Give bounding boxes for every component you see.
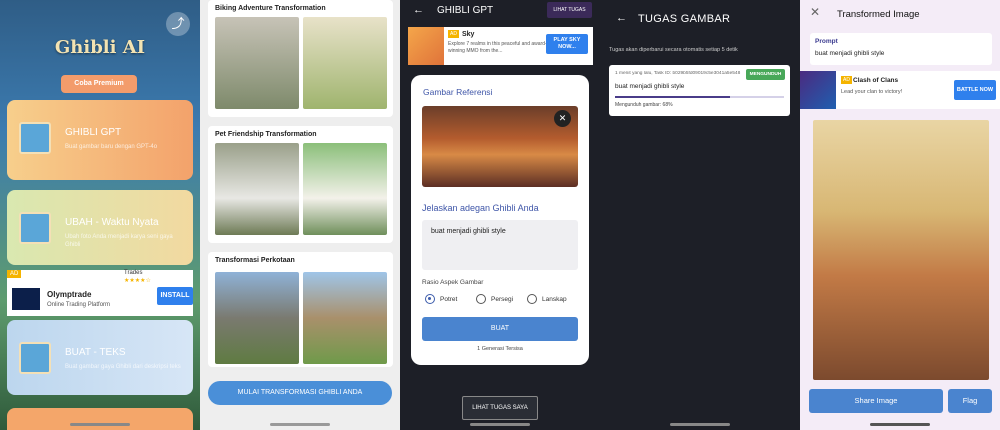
ad-play-button[interactable]: PLAY SKY NOW... [546,34,588,54]
nav-handle [670,423,730,426]
card-title: UBAH - Waktu Nyata [65,217,159,228]
back-arrow-icon[interactable]: ← [413,4,424,16]
card-desc: Ubah foto Anda menjadi karya seni gaya G… [65,234,173,248]
card-partial[interactable] [7,408,193,430]
prompt-text: buat menjadi ghibli style [815,50,885,57]
page-title: TUGAS GAMBAR [638,13,731,25]
prompt-label: Prompt [815,38,838,45]
card-title: BUAT - TEKS [65,347,126,358]
ad-battle-button[interactable]: BATTLE NOW [954,80,996,100]
tasks-screen: ← TUGAS GAMBAR Tugas akan diperbarui sec… [600,0,800,430]
create-button[interactable]: BUAT [422,317,578,341]
example-card-urban[interactable]: Transformasi Perkotaan [208,252,393,367]
scene-textarea[interactable]: buat menjadi ghibli style [422,220,578,270]
reference-label: Gambar Referensi [423,87,493,97]
original-photo [215,17,299,109]
view-tasks-top-button[interactable]: LIHAT TUGAS [547,2,592,18]
radio-portrait[interactable]: Potret [425,294,457,304]
ghibli-gpt-screen: ← GHIBLI GPT LIHAT TUGAS AD Sky Explore … [400,0,600,430]
prompt-box: Prompt buat menjadi ghibli style [810,33,992,65]
examples-screen: Biking Adventure Transformation Pet Frie… [200,0,400,430]
ad-image [800,71,836,109]
share-icon[interactable]: ⤴ [166,12,190,36]
ad-name: Olymptrade [47,290,92,299]
ad-label: AD [841,76,852,84]
start-transform-button[interactable]: MULAI TRANSFORMASI GHIBLI ANDA [208,381,392,405]
image-icon [19,342,51,374]
ad-label: AD [448,30,459,38]
progress-fill [615,96,730,98]
ad-install-button[interactable]: INSTALL [157,287,193,305]
ad-name: Clash of Clans [853,77,899,84]
status-badge: MENGUNDUH [746,69,785,80]
page-title: GHIBLI GPT [437,5,494,16]
task-card[interactable]: 1 menit yang lalu, Task ID: b029b5fd0901… [609,65,790,116]
example-title: Pet Friendship Transformation [215,131,317,138]
transformed-image [813,120,989,380]
app-brand: Ghibli AI [54,37,146,58]
progress-text: Mengunduh gambar: 68% [615,102,673,108]
nav-handle [870,423,930,426]
example-title: Transformasi Perkotaan [215,257,295,264]
card-ghibli-gpt[interactable]: GHIBLI GPT Buat gambar baru dengan GPT-4… [7,100,193,180]
radio-selected-icon [425,294,435,304]
image-icon [19,212,51,244]
home-screen: ⤴ Ghibli AI Coba Premium GHIBLI GPT Buat… [0,0,200,430]
example-title: Biking Adventure Transformation [215,5,326,12]
auto-refresh-note: Tugas akan diperbarui secara otomatis se… [609,47,738,53]
image-icon [19,122,51,154]
share-image-button[interactable]: Share Image [809,389,943,413]
ad-subtitle: Lead your clan to victory! [841,89,903,95]
card-ubah[interactable]: UBAH - Waktu Nyata Ubah foto Anda menjad… [7,190,193,265]
card-buat-teks[interactable]: BUAT - TEKS Buat gambar gaya Ghibli dari… [7,320,193,395]
ad-image [408,27,444,65]
card-desc: Buat gambar baru dengan GPT-4o [65,144,158,150]
task-meta: 1 menit yang lalu, Task ID: b029b5fd0901… [615,71,741,76]
progress-bar [615,96,784,98]
card-desc: Buat gambar gaya Ghibli dari deskripsi t… [65,364,181,370]
ad-label: AD [7,270,22,278]
ad-desc: Explore 7 realms in this peaceful and aw… [448,41,547,54]
view-my-tasks-button[interactable]: LIHAT TUGAS SAYA [462,396,538,420]
example-card-pet[interactable]: Pet Friendship Transformation [208,126,393,243]
aspect-label: Rasio Aspek Gambar [422,279,484,286]
close-icon[interactable]: ✕ [554,110,571,127]
result-screen: ✕ Transformed Image Prompt buat menjadi … [800,0,1000,430]
ad-banner[interactable]: AD Clash of Clans Lead your clan to vict… [800,71,1000,109]
radio-square[interactable]: Persegi [476,294,513,304]
ad-banner[interactable]: AD Trades ★★★★☆ Olymptrade Online Tradin… [7,270,193,316]
ghibli-photo [303,272,387,364]
radio-icon [476,294,486,304]
nav-handle [270,423,330,426]
flag-button[interactable]: Flag [948,389,992,413]
page-title: Transformed Image [837,9,920,20]
ad-subtitle: Online Trading Platform [47,302,111,308]
original-photo [215,272,299,364]
ad-banner[interactable]: AD Sky Explore 7 realms in this peaceful… [408,27,593,65]
premium-button[interactable]: Coba Premium [61,75,137,93]
ghibli-photo [303,143,387,235]
describe-label: Jelaskan adegan Ghibli Anda [422,203,539,213]
example-card-biking[interactable]: Biking Adventure Transformation [208,0,393,117]
close-icon[interactable]: ✕ [810,5,820,19]
card-title: GHIBLI GPT [65,127,122,138]
ad-logo [12,288,40,310]
task-prompt: buat menjadi ghibli style [615,83,685,90]
nav-handle [470,423,530,426]
radio-landscape[interactable]: Lanskap [527,294,567,304]
generate-form: Gambar Referensi ✕ Jelaskan adegan Ghibl… [411,75,589,365]
radio-icon [527,294,537,304]
ad-rating: ★★★★☆ [124,278,151,284]
ad-partial-text: Trades [124,270,143,276]
ad-name: Sky [462,31,475,38]
generations-left: 1 Generasi Tersisa [477,346,523,352]
back-arrow-icon[interactable]: ← [616,12,627,24]
nav-handle [70,423,130,426]
top-bar: ← GHIBLI GPT LIHAT TUGAS [400,0,600,22]
original-photo [215,143,299,235]
ghibli-photo [303,17,387,109]
reference-image: ✕ [422,106,578,187]
